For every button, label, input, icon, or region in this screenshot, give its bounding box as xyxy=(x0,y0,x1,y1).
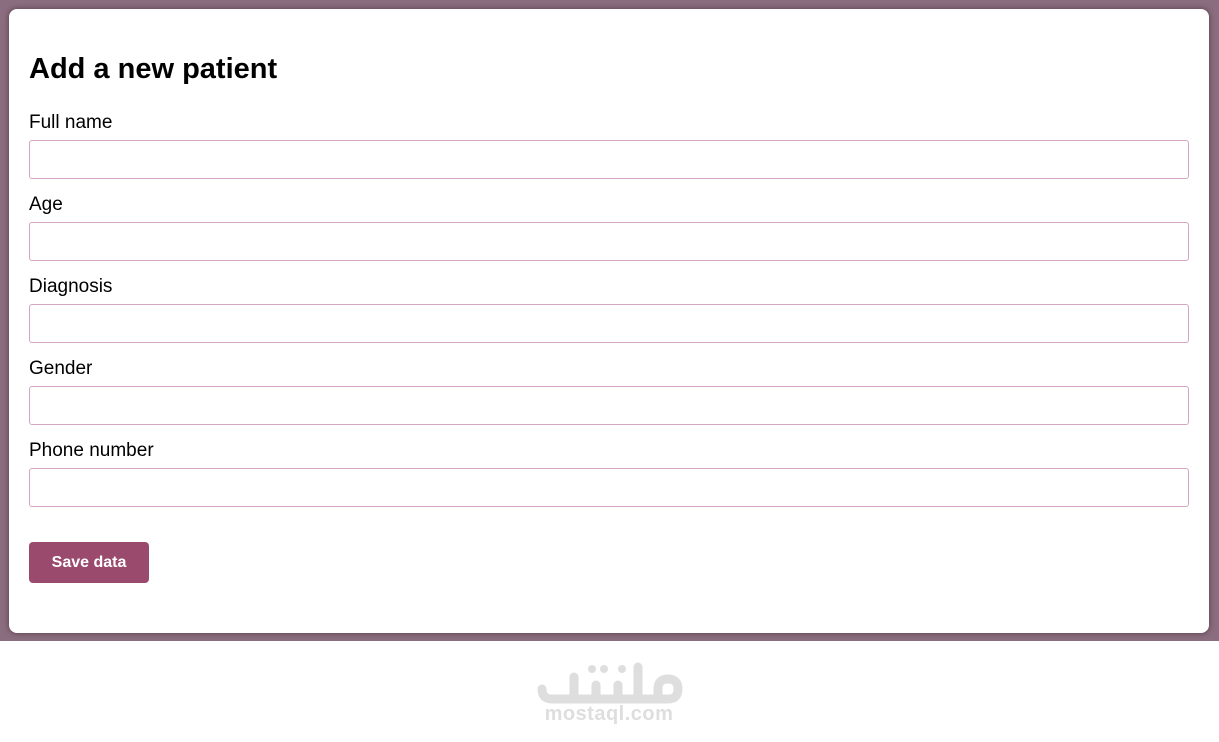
age-label: Age xyxy=(29,194,63,215)
gender-input[interactable] xyxy=(29,386,1189,425)
patient-form-card: Add a new patient Full name Age Diagnosi… xyxy=(9,9,1209,633)
full-name-input[interactable] xyxy=(29,140,1189,179)
age-input[interactable] xyxy=(29,222,1189,261)
phone-number-input[interactable] xyxy=(29,468,1189,507)
watermark-url: mostaql.com xyxy=(544,703,674,725)
gender-label: Gender xyxy=(29,358,93,379)
phone-number-label: Phone number xyxy=(29,440,154,461)
diagnosis-label: Diagnosis xyxy=(29,276,113,297)
diagnosis-input[interactable] xyxy=(29,304,1189,343)
mostaql-watermark: mostaql.com xyxy=(0,641,1219,742)
form-title: Add a new patient xyxy=(29,53,278,85)
mostaql-logo xyxy=(537,662,683,704)
save-data-button[interactable]: Save data xyxy=(29,542,149,583)
full-name-label: Full name xyxy=(29,112,113,133)
